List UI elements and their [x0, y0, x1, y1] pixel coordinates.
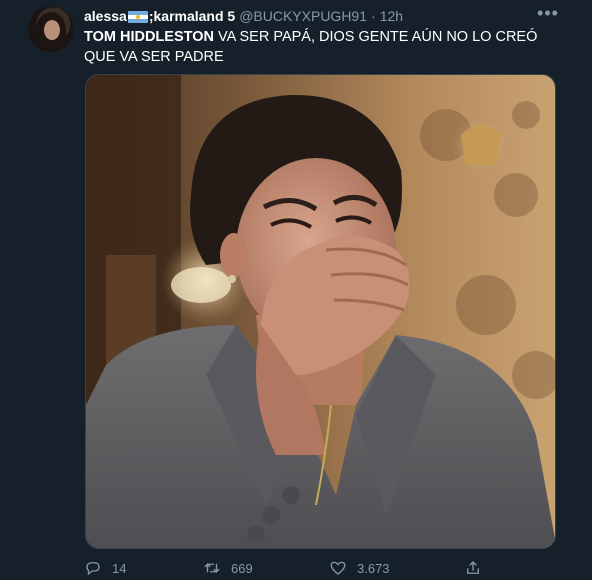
tweet-text: TOM HIDDLESTON VA SER PAPÁ, DIOS GENTE A… [84, 27, 564, 67]
reply-count: 14 [112, 560, 127, 576]
separator-dot: · [371, 8, 376, 24]
reply-icon [86, 562, 100, 576]
share-button[interactable] [464, 558, 492, 578]
tweet[interactable]: alessa ;karmaland 5 @BUCKYXPUGH91 · 12h •… [0, 0, 592, 580]
timestamp[interactable]: 12h [380, 8, 403, 24]
retweet-count: 669 [231, 560, 253, 576]
tweet-media[interactable] [85, 74, 556, 549]
reply-button[interactable]: 14 [84, 558, 126, 578]
tweet-actions: 14 669 3.673 [84, 558, 524, 580]
tweet-header: alessa ;karmaland 5 @BUCKYXPUGH91 · 12h [84, 6, 403, 26]
share-icon [467, 561, 479, 574]
user-handle[interactable]: @BUCKYXPUGH91 [239, 8, 367, 24]
tweet-text-bold: TOM HIDDLESTON [84, 29, 214, 45]
like-count: 3.673 [357, 560, 390, 576]
argentina-flag-icon [127, 11, 148, 24]
display-name-suffix: ;karmaland 5 [148, 8, 236, 24]
like-button[interactable]: 3.673 [329, 558, 390, 578]
avatar-face [44, 20, 60, 40]
crying-woman-photo [86, 75, 555, 548]
display-name[interactable]: alessa ;karmaland 5 [84, 8, 235, 24]
more-icon[interactable]: ••• [536, 4, 560, 26]
display-name-text: alessa [84, 8, 127, 24]
avatar[interactable] [28, 6, 74, 52]
retweet-button[interactable]: 669 [203, 558, 253, 578]
retweet-icon [204, 562, 220, 574]
heart-icon [330, 561, 346, 575]
